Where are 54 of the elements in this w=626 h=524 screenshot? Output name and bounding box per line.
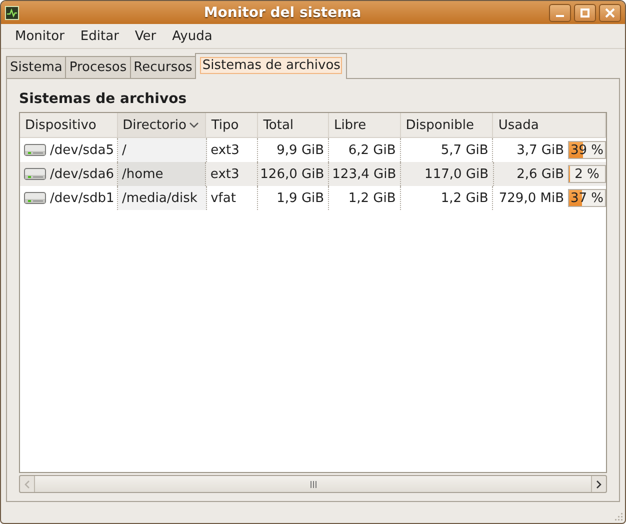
column-header[interactable]: Usada [493,113,606,137]
menu-item[interactable]: Ver [126,28,164,44]
table-cell: ext3 [210,166,240,182]
menu-item[interactable]: Ayuda [164,28,220,44]
table-cell: 5,7 GiB [440,142,488,158]
table-cell: 117,0 GiB [424,166,488,182]
column-header[interactable]: Total [258,113,329,137]
table-cell: /media/disk [122,190,198,206]
table-cell: 9,9 GiB [276,142,324,158]
sort-down-icon [189,122,200,128]
table-cell: /dev/sda5 [50,142,114,158]
scroll-left-icon [24,480,30,488]
table-cell: 123,4 GiB [332,166,396,182]
scroll-right-icon [596,480,602,488]
maximize-icon [580,8,590,18]
table-cell: 3,7 GiB [516,142,564,158]
table-cell: 126,0 GiB [260,166,324,182]
grip-icon [310,480,316,488]
column-header[interactable]: Tipo [206,113,258,137]
menu-item[interactable]: Monitor [7,28,72,44]
tab[interactable]: Sistema [6,56,66,78]
app-icon [5,6,19,20]
close-icon [605,8,615,18]
table-cell: 729,0 MiB [498,190,564,206]
tab[interactable]: Recursos [130,56,196,78]
hard-drive-icon [24,167,46,181]
table-cell: 2,6 GiB [516,166,564,182]
section-heading: Sistemas de archivos [19,91,188,107]
table-cell: 1,2 GiB [440,190,488,206]
menu-item[interactable]: Editar [72,28,127,44]
column-header[interactable]: Directorio [118,113,206,137]
column-header[interactable]: Disponible [400,113,494,137]
table-cell: vfat [210,190,236,206]
tab[interactable]: Sistemas de archivos [195,53,348,79]
table-cell: /home [122,166,164,182]
close-button[interactable] [599,4,621,22]
table-cell: ext3 [210,142,240,158]
table-cell: 1,2 GiB [348,190,396,206]
table-cell: /dev/sdb1 [50,190,114,206]
minimize-icon [556,14,564,16]
table-cell: 1,9 GiB [276,190,324,206]
table-cell: / [122,142,126,158]
resize-grip-icon[interactable] [613,511,623,521]
horizontal-scrollbar[interactable] [19,475,607,493]
hard-drive-icon [24,143,46,157]
usage-percent: 2 % [574,166,600,182]
table-cell: /dev/sda6 [50,166,114,182]
minimize-button[interactable] [549,4,571,22]
column-header[interactable]: Libre [328,113,401,137]
hard-drive-icon [24,191,46,205]
table-cell: 6,2 GiB [348,142,396,158]
tab[interactable]: Procesos [65,56,131,78]
window-title: Monitor del sistema [202,4,362,20]
maximize-button[interactable] [574,4,596,22]
